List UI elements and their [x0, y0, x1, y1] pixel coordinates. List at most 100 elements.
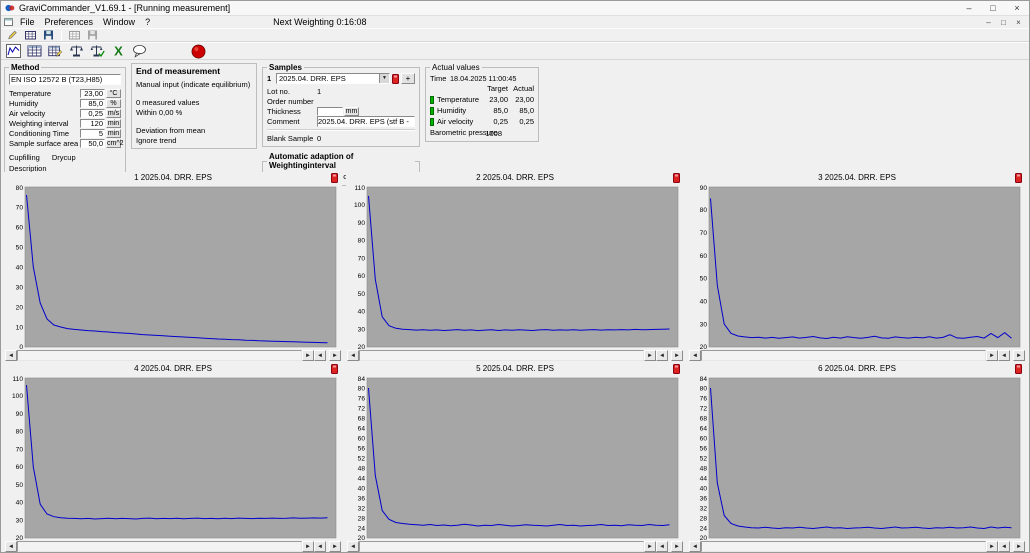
- save-disabled-icon[interactable]: [84, 29, 101, 42]
- sample-device-icon: [1015, 173, 1022, 183]
- mdi-minimize-button[interactable]: –: [981, 18, 996, 27]
- table-icon[interactable]: [25, 43, 44, 59]
- grid-disabled-icon[interactable]: [66, 29, 83, 42]
- sample-selector-row: 1 2025.04. DRR. EPS ▼ +: [267, 73, 415, 84]
- humidity-unit: %: [106, 99, 121, 108]
- scroll-right-button[interactable]: ►: [986, 350, 998, 361]
- scroll-end-button[interactable]: ►: [671, 350, 683, 361]
- scroll-track[interactable]: [17, 350, 302, 361]
- svg-text:36: 36: [700, 495, 708, 502]
- humidity-status-led: [430, 107, 434, 115]
- mdi-close-button[interactable]: ×: [1011, 18, 1026, 27]
- mdi-restore-button[interactable]: □: [996, 18, 1011, 27]
- scroll-left-button[interactable]: ◄: [689, 541, 701, 552]
- scroll-track[interactable]: [359, 541, 644, 552]
- scroll-prev-button[interactable]: ◄: [314, 541, 326, 552]
- scroll-track[interactable]: [17, 541, 302, 552]
- add-sample-button[interactable]: +: [401, 73, 415, 84]
- scroll-prev-button[interactable]: ◄: [998, 350, 1010, 361]
- humidity-value-field[interactable]: 85,0: [80, 99, 105, 108]
- thickness-unit: mm: [344, 107, 359, 116]
- air-velocity-value-field[interactable]: 0,25: [80, 109, 105, 118]
- balance-check-icon[interactable]: [88, 43, 107, 59]
- cupfilling-label: Cupfilling: [9, 153, 40, 162]
- scroll-prev-button[interactable]: ◄: [998, 541, 1010, 552]
- minimize-button[interactable]: –: [957, 1, 981, 15]
- scroll-prev-button[interactable]: ◄: [314, 350, 326, 361]
- chart-header: 3 2025.04. DRR. EPS: [688, 172, 1026, 184]
- svg-text:100: 100: [12, 393, 23, 400]
- time-value: 18.04.2025 11:00:45: [450, 74, 534, 83]
- sample-dropdown[interactable]: 2025.04. DRR. EPS ▼: [276, 73, 390, 84]
- scroll-end-button[interactable]: ►: [1013, 350, 1025, 361]
- chart-panel: 3 2025.04. DRR. EPS9080706050403020◄►◄►: [688, 172, 1026, 361]
- svg-text:72: 72: [358, 405, 366, 412]
- svg-text:100: 100: [354, 202, 365, 209]
- scroll-right-button[interactable]: ►: [302, 541, 314, 552]
- scroll-right-button[interactable]: ►: [644, 350, 656, 361]
- svg-text:30: 30: [16, 518, 24, 525]
- cupfilling-value: Drycup: [52, 153, 76, 162]
- svg-text:40: 40: [700, 485, 708, 492]
- weighting-interval-unit: min: [106, 119, 121, 128]
- menu-preferences[interactable]: Preferences: [40, 17, 99, 27]
- menu-file[interactable]: File: [15, 17, 40, 27]
- scroll-track[interactable]: [701, 350, 986, 361]
- air-velocity-unit: m/s: [106, 109, 121, 118]
- barometric-pressure-label: Barometric pressure: [430, 129, 476, 137]
- scroll-end-button[interactable]: ►: [671, 541, 683, 552]
- temperature-value-field[interactable]: 23,00: [80, 89, 105, 98]
- scroll-end-button[interactable]: ►: [329, 541, 341, 552]
- scroll-right-button[interactable]: ►: [644, 541, 656, 552]
- scroll-prev-button[interactable]: ◄: [656, 541, 668, 552]
- actual-humidity-label: Humidity: [437, 106, 482, 115]
- chevron-down-icon[interactable]: ▼: [379, 74, 389, 83]
- comment-icon[interactable]: [130, 43, 149, 59]
- toolbar-separator: [61, 30, 62, 41]
- menu-window[interactable]: Window: [98, 17, 140, 27]
- excel-icon[interactable]: X: [109, 43, 128, 59]
- svg-text:40: 40: [16, 264, 24, 271]
- svg-text:40: 40: [700, 299, 708, 306]
- scroll-left-button[interactable]: ◄: [347, 541, 359, 552]
- scroll-prev-button[interactable]: ◄: [656, 350, 668, 361]
- scroll-left-button[interactable]: ◄: [5, 350, 17, 361]
- svg-text:64: 64: [358, 425, 366, 432]
- scroll-track[interactable]: [359, 350, 644, 361]
- menu-help[interactable]: ?: [140, 17, 155, 27]
- chart-panel: 4 2025.04. DRR. EPS110100908070605040302…: [4, 363, 342, 552]
- svg-text:20: 20: [16, 304, 24, 311]
- svg-text:90: 90: [16, 411, 24, 418]
- svg-text:40: 40: [358, 309, 366, 316]
- scroll-left-button[interactable]: ◄: [347, 350, 359, 361]
- sample-surface-area-value-field[interactable]: 50,0: [80, 139, 105, 148]
- scroll-end-button[interactable]: ►: [329, 350, 341, 361]
- scroll-left-button[interactable]: ◄: [689, 350, 701, 361]
- svg-text:60: 60: [16, 464, 24, 471]
- weighting-interval-value-field[interactable]: 120: [80, 119, 105, 128]
- svg-text:56: 56: [358, 445, 366, 452]
- grid-icon[interactable]: [22, 29, 39, 42]
- scroll-right-button[interactable]: ►: [986, 541, 998, 552]
- method-standard-field[interactable]: EN ISO 12572 B (T23,H85): [9, 74, 121, 85]
- stop-measurement-button[interactable]: [189, 43, 208, 59]
- svg-text:48: 48: [700, 465, 708, 472]
- close-button[interactable]: ×: [1005, 1, 1029, 15]
- scroll-left-button[interactable]: ◄: [5, 541, 17, 552]
- comment-field[interactable]: 2025.04. DRR. EPS (stf B -: [317, 116, 415, 127]
- conditioning-time-value-field[interactable]: 5: [80, 129, 105, 138]
- table-edit-icon[interactable]: [46, 43, 65, 59]
- sample-device-icon: [673, 364, 680, 374]
- chart-header: 6 2025.04. DRR. EPS: [688, 363, 1026, 375]
- thickness-field[interactable]: [317, 107, 343, 116]
- scroll-end-button[interactable]: ►: [1013, 541, 1025, 552]
- scroll-track[interactable]: [701, 541, 986, 552]
- samples-panel-title: Samples: [267, 63, 304, 72]
- save-icon[interactable]: [40, 29, 57, 42]
- maximize-button[interactable]: □: [981, 1, 1005, 15]
- edit-pencil-icon[interactable]: [4, 29, 21, 42]
- balance-icon[interactable]: [67, 43, 86, 59]
- app-icon: [5, 3, 15, 13]
- chart-icon[interactable]: [4, 43, 23, 59]
- scroll-right-button[interactable]: ►: [302, 350, 314, 361]
